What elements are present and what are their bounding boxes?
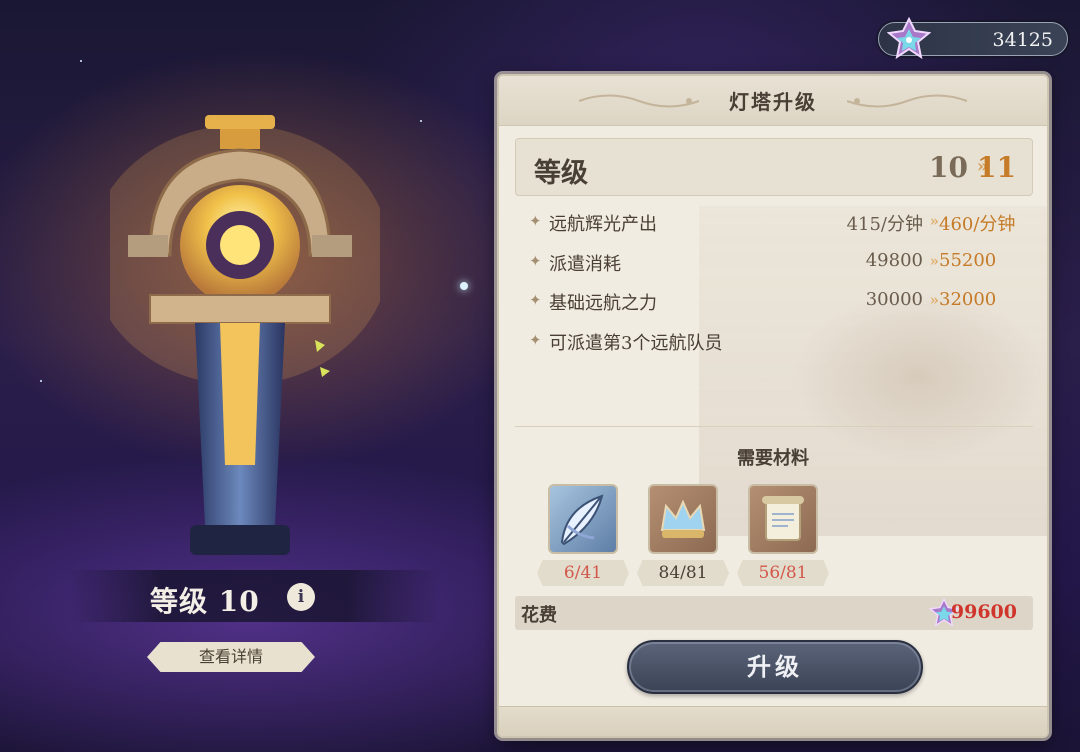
stat-to: 55200 [939, 250, 997, 271]
stat-to: 460/分钟 [939, 214, 1016, 235]
cost-row: 花费 99600 [515, 596, 1033, 630]
stat-from: 415/分钟 [846, 214, 923, 235]
crown-icon [648, 484, 718, 554]
view-details-button[interactable]: 查看详情 [147, 642, 315, 672]
info-icon[interactable]: i [287, 583, 315, 611]
double-arrow-icon: » [929, 252, 939, 270]
lighthouse-tower-illustration [110, 115, 380, 555]
stat-label: 可派遣第3个远航队员 [549, 333, 723, 354]
sparkle-bullet-icon: ✦ [529, 331, 542, 349]
upgrade-panel: 灯塔升级 等级 10 » 11 ✦ 远航辉光产出 415/分钟 » 460/分钟… [497, 74, 1049, 738]
stat-to: 32000 [939, 289, 997, 310]
stat-label: 基础远航之力 [549, 293, 657, 314]
upgrade-button[interactable]: 升级 [627, 640, 923, 694]
currency-display[interactable]: 34125 [878, 17, 1068, 60]
sparkle-bullet-icon: ✦ [529, 252, 542, 270]
sparkle-bullet-icon: ✦ [529, 212, 542, 230]
stat-from: 49800 [865, 250, 923, 271]
level-to: 11 [977, 151, 1016, 184]
level-from: 10 [929, 151, 968, 184]
currency-amount: 34125 [992, 29, 1053, 51]
star-gem-icon [887, 17, 931, 60]
cost-label: 花费 [521, 605, 557, 626]
stat-label: 远航辉光产出 [549, 214, 657, 235]
double-arrow-icon: » [929, 212, 939, 230]
stat-from: 30000 [865, 289, 923, 310]
level-change-row: 等级 10 » 11 [515, 138, 1033, 196]
material-count: 6/41 [537, 560, 629, 586]
materials-title: 需要材料 [737, 448, 809, 469]
material-count: 84/81 [637, 560, 729, 586]
star-sparkle [40, 380, 42, 382]
material-count: 56/81 [737, 560, 829, 586]
panel-footer-ornament [499, 706, 1047, 736]
stat-row: ✦ 基础远航之力 30000 » 32000 [529, 289, 1019, 319]
panel-header: 灯塔升级 [499, 76, 1047, 126]
sparkle-bullet-icon: ✦ [529, 291, 542, 309]
material-slot[interactable]: 6/41 [537, 484, 629, 586]
quill-feather-icon [548, 484, 618, 554]
stat-row: ✦ 远航辉光产出 415/分钟 » 460/分钟 [529, 210, 1019, 240]
stat-row: ✦ 可派遣第3个远航队员 [529, 329, 1019, 359]
star-sparkle [80, 60, 82, 62]
scroll-icon [748, 484, 818, 554]
divider [515, 426, 1033, 427]
double-arrow-icon: » [929, 291, 939, 309]
level-label: 等级 [534, 158, 588, 189]
cost-value: 99600 [950, 601, 1017, 623]
stat-row: ✦ 派遣消耗 49800 » 55200 [529, 250, 1019, 280]
star-sparkle [460, 282, 468, 290]
material-slot[interactable]: 84/81 [637, 484, 729, 586]
material-slot[interactable]: 56/81 [737, 484, 829, 586]
ornament-right-icon [847, 94, 967, 108]
tower-level-label: 等级 10 [150, 585, 260, 618]
stat-label: 派遣消耗 [549, 254, 621, 275]
star-sparkle [420, 120, 422, 122]
